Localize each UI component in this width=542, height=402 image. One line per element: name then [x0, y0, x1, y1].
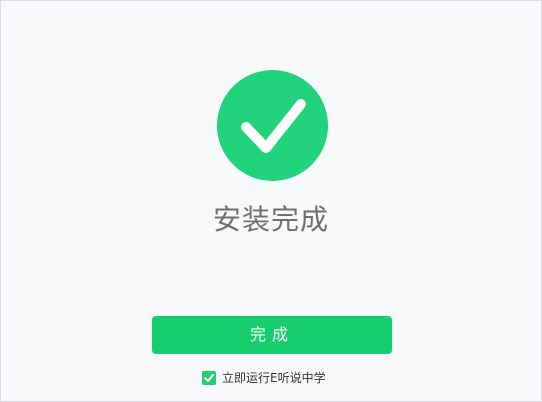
installer-window: 安装完成 完成 立即运行E听说中学	[0, 0, 542, 402]
run-after-install-option[interactable]: 立即运行E听说中学	[202, 370, 326, 386]
run-after-install-checkbox[interactable]	[202, 371, 216, 385]
checkmark-icon	[241, 99, 306, 153]
run-after-install-label: 立即运行E听说中学	[222, 371, 326, 385]
finish-button[interactable]: 完成	[152, 316, 392, 354]
checkbox-check-icon	[204, 374, 214, 382]
install-complete-title: 安装完成	[212, 203, 329, 236]
success-check-circle	[217, 70, 328, 181]
